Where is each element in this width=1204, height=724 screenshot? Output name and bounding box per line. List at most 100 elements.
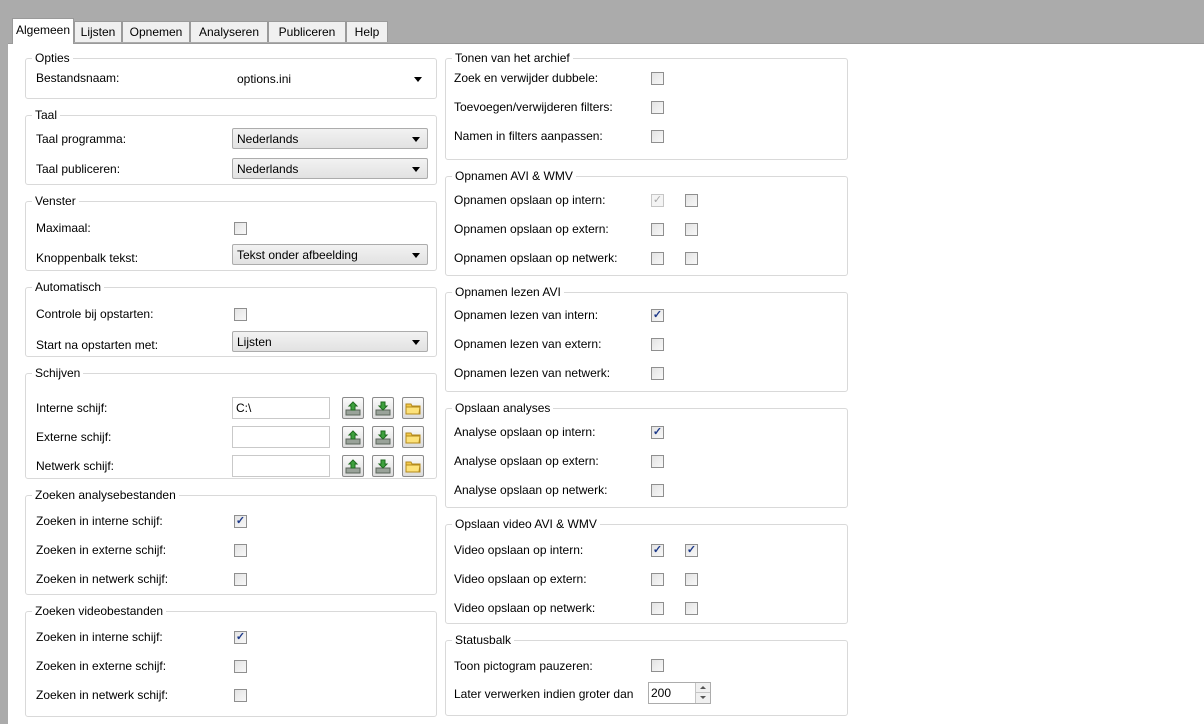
schijf-input[interactable] [232,455,330,477]
window-left-strip [0,0,8,724]
row-checkbox-1[interactable] [651,573,664,586]
drive-download-icon [375,459,391,474]
tab-help[interactable]: Help [346,21,388,42]
row-checkbox-1[interactable] [651,252,664,265]
row-label: Zoeken in interne schijf: [36,630,163,644]
bestandsnaam-label: Bestandsnaam: [36,71,120,85]
taal-publiceren-label: Taal publiceren: [36,162,121,176]
tab-page-algemeen: Opties Bestandsnaam: options.ini Taal Ta… [8,43,1204,724]
download-button[interactable] [372,455,394,477]
tab-algemeen[interactable]: Algemeen [12,18,74,44]
group-title: Zoeken analysebestanden [32,488,179,502]
row-checkbox[interactable]: ✓ [234,631,247,644]
row-label: Video opslaan op intern: [454,543,584,557]
row-checkbox-2[interactable] [685,223,698,236]
chevron-down-icon [414,77,422,82]
browse-button[interactable] [402,426,424,448]
group-title: Statusbalk [452,633,515,647]
row-checkbox[interactable] [651,455,664,468]
row-checkbox[interactable] [651,484,664,497]
spinner-up-icon[interactable] [695,683,710,693]
combo-value: Nederlands [237,162,299,176]
row-checkbox-2[interactable] [685,573,698,586]
tab-lijsten[interactable]: Lijsten [74,21,122,42]
schijf-label: Interne schijf: [36,401,108,415]
drive-upload-icon [345,430,361,445]
browse-button[interactable] [402,397,424,419]
row-checkbox[interactable] [651,338,664,351]
row-label: Toevoegen/verwijderen filters: [454,100,613,114]
row-checkbox[interactable] [651,101,664,114]
row-checkbox[interactable] [234,544,247,557]
row-checkbox[interactable] [234,660,247,673]
window-top-strip [0,0,1204,12]
controle-checkbox[interactable] [234,308,247,321]
row-checkbox-1[interactable]: ✓ [651,544,664,557]
row-checkbox[interactable] [234,689,247,702]
row-checkbox[interactable]: ✓ [651,309,664,322]
schijf-label: Externe schijf: [36,430,112,444]
toon-pictogram-checkbox[interactable] [651,659,664,672]
upload-button[interactable] [342,455,364,477]
combo-value: Nederlands [237,132,299,146]
drive-download-icon [375,430,391,445]
drive-upload-icon [345,401,361,416]
group-title: Venster [32,194,79,208]
schijf-input[interactable]: C:\ [232,397,330,419]
row-checkbox-2[interactable] [685,252,698,265]
maximaal-checkbox[interactable] [234,222,247,235]
row-label: Opnamen opslaan op netwerk: [454,251,618,265]
drive-upload-icon [345,459,361,474]
schijf-input[interactable] [232,426,330,448]
spinner-down-icon[interactable] [695,693,710,703]
row-checkbox-2[interactable]: ✓ [685,544,698,557]
folder-open-icon [405,461,421,473]
row-label: Video opslaan op netwerk: [454,601,596,615]
chevron-down-icon [412,137,420,142]
row-label: Opnamen opslaan op intern: [454,193,606,207]
start-combo[interactable]: Lijsten [232,331,428,352]
group-title: Schijven [32,366,84,380]
taal-programma-combo[interactable]: Nederlands [232,128,428,149]
row-checkbox[interactable] [651,367,664,380]
row-checkbox[interactable] [651,72,664,85]
drive-download-icon [375,401,391,416]
row-checkbox-1[interactable] [651,223,664,236]
tab-opnemen[interactable]: Opnemen [122,21,190,42]
row-checkbox[interactable]: ✓ [651,426,664,439]
spinner-value: 200 [651,686,672,700]
combo-value: options.ini [237,72,292,86]
row-checkbox-1[interactable] [651,602,664,615]
row-label: Opnamen lezen van intern: [454,308,599,322]
tab-publiceren[interactable]: Publiceren [268,21,346,42]
row-label: Analyse opslaan op extern: [454,454,599,468]
upload-button[interactable] [342,397,364,419]
row-checkbox[interactable] [234,573,247,586]
chevron-down-icon [412,253,420,258]
row-checkbox[interactable]: ✓ [234,515,247,528]
bestandsnaam-combo[interactable]: options.ini [232,68,430,89]
row-checkbox-1[interactable]: ✓ [651,194,664,207]
taal-publiceren-combo[interactable]: Nederlands [232,158,428,179]
row-checkbox[interactable] [651,130,664,143]
upload-button[interactable] [342,426,364,448]
row-label: Zoeken in netwerk schijf: [36,688,169,702]
tab-bar: Algemeen Lijsten Opnemen Analyseren Publ… [8,12,1204,44]
tab-analyseren[interactable]: Analyseren [190,21,268,42]
download-button[interactable] [372,397,394,419]
folder-open-icon [405,432,421,444]
download-button[interactable] [372,426,394,448]
group-title: Opslaan analyses [452,401,554,415]
row-checkbox-2[interactable] [685,194,698,207]
row-label: Analyse opslaan op netwerk: [454,483,608,497]
row-checkbox-2[interactable] [685,602,698,615]
maximaal-label: Maximaal: [36,221,91,235]
browse-button[interactable] [402,455,424,477]
group-title: Zoeken videobestanden [32,604,167,618]
group-title: Taal [32,108,61,122]
combo-value: Tekst onder afbeelding [237,248,358,262]
row-label: Namen in filters aanpassen: [454,129,603,143]
later-verwerken-spinner[interactable]: 200 [648,682,711,704]
start-label: Start na opstarten met: [36,338,159,352]
knoppenbalk-combo[interactable]: Tekst onder afbeelding [232,244,428,265]
